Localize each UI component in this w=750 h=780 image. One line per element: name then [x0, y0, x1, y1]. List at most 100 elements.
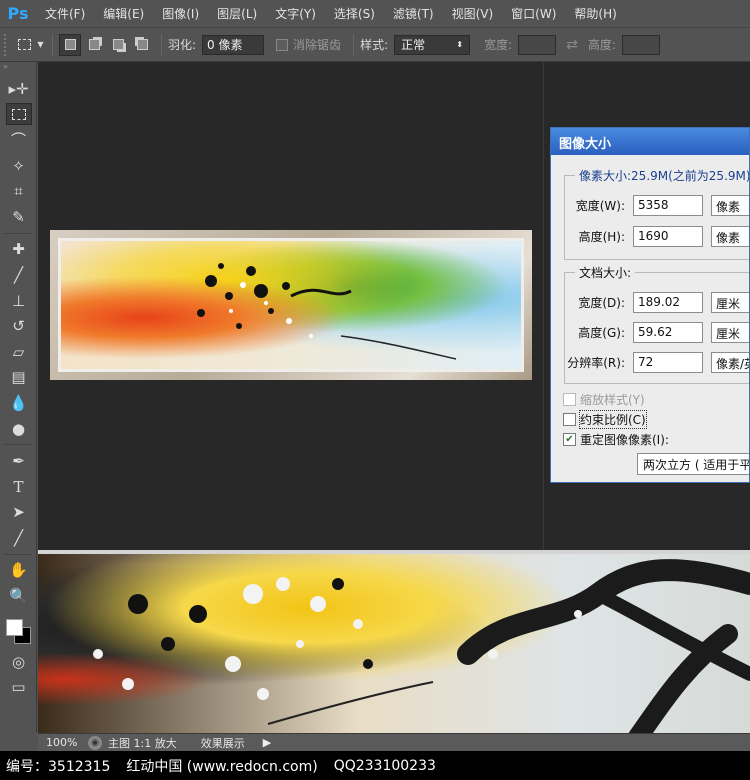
constrain-proportions-label: 约束比例(C) [579, 410, 647, 429]
doc-width-unit-select[interactable]: 厘米 [711, 292, 749, 313]
document-size-group: 文档大小: 宽度(D): 189.02 厘米 高度(G): 59.62 厘米 分… [564, 264, 749, 384]
antialias-checkbox[interactable] [276, 38, 289, 51]
crop-tool[interactable]: ⌗ [0, 178, 37, 204]
panel-collapse-icon[interactable]: » [0, 62, 36, 76]
zoom-level[interactable]: 100% [38, 736, 80, 749]
dodge-tool[interactable]: ● [0, 416, 37, 442]
color-swatches[interactable] [0, 609, 37, 649]
effect-label: 效果展示 [200, 736, 245, 750]
options-bar: ▼ 羽化: 0 像素 消除锯齿 样式: 正常 ⬍ 宽度: ⇄ 高度: [0, 27, 750, 62]
stamp-tool[interactable]: ⊥ [0, 288, 37, 314]
menu-edit[interactable]: 编辑(E) [103, 5, 144, 22]
add-selection-button[interactable] [83, 34, 105, 56]
gradient-tool[interactable]: ▤ [0, 365, 37, 391]
doc-height-unit-select[interactable]: 厘米 [711, 322, 749, 343]
tool-preset-picker[interactable]: ▼ [16, 34, 46, 56]
resolution-row: 分辨率(R): 72 像素/英寸 [565, 352, 749, 373]
framed-painting [50, 230, 532, 380]
document-info-icon[interactable]: ◉ [88, 735, 102, 750]
divider [52, 33, 53, 56]
constrain-proportions-checkbox[interactable]: 约束比例(C) [563, 410, 647, 429]
checkmark-icon[interactable]: ✔ [563, 433, 576, 446]
play-arrow-icon[interactable]: ▶ [263, 736, 271, 749]
height-input[interactable] [621, 34, 660, 55]
resolution-input[interactable]: 72 [633, 352, 703, 373]
lasso-tool[interactable]: ⌒ [0, 127, 37, 153]
chevron-down-icon: ▼ [37, 40, 44, 49]
resample-method-select[interactable]: 两次立方 ( 适用于平滑渐变) [637, 453, 749, 475]
screen-mode-icon: ▭ [11, 678, 26, 697]
subtract-selection-icon [112, 39, 124, 50]
feather-input[interactable]: 0 像素 [202, 34, 265, 55]
eyedropper-tool[interactable]: ✎ [0, 204, 37, 230]
resolution-unit-select[interactable]: 像素/英寸 [711, 352, 749, 373]
magic-wand-tool[interactable]: ✧ [0, 153, 37, 179]
resample-checkbox[interactable]: ✔ 重定图像像素(I): [563, 431, 669, 448]
menu-select[interactable]: 选择(S) [334, 5, 375, 22]
brush-tool[interactable]: ╱ [0, 262, 37, 288]
updown-arrow-icon: ⬍ [456, 40, 464, 49]
marquee-icon [5, 103, 32, 126]
constrain-proportions-box[interactable] [563, 413, 576, 426]
subtract-selection-button[interactable] [107, 34, 129, 56]
menu-window[interactable]: 窗口(W) [511, 5, 556, 22]
doc-height-input[interactable]: 59.62 [633, 322, 703, 343]
menu-file[interactable]: 文件(F) [45, 5, 85, 22]
pixel-height-unit-select[interactable]: 像素 [711, 226, 749, 247]
status-bar: 100% ◉ 主图 1:1 放大 效果展示 ▶ [38, 733, 750, 751]
eraser-tool[interactable]: ▱ [0, 339, 37, 365]
options-grip[interactable] [4, 33, 8, 56]
hand-tool[interactable]: ✋ [0, 558, 37, 584]
intersect-selection-button[interactable] [131, 34, 153, 56]
type-tool[interactable]: T [0, 474, 37, 500]
crop-icon: ⌗ [14, 182, 23, 201]
style-select[interactable]: 正常 ⬍ [394, 34, 471, 55]
view-mode-label: 主图 1:1 放大 [108, 736, 177, 750]
pen-tool[interactable]: ✒ [0, 448, 37, 474]
doc-height-label: 高度(G): [578, 326, 625, 340]
add-selection-icon [88, 39, 100, 50]
healing-tool[interactable]: ✚ [0, 237, 37, 263]
new-selection-button[interactable] [59, 33, 81, 56]
feather-label: 羽化: [168, 38, 197, 52]
quick-mask-button[interactable]: ◎ [0, 649, 37, 675]
style-select-value: 正常 [401, 38, 426, 52]
zoom-tool[interactable]: 🔍 [0, 583, 37, 609]
doc-height-row: 高度(G): 59.62 厘米 [565, 322, 749, 343]
foreground-color-swatch[interactable] [6, 618, 23, 636]
menu-view[interactable]: 视图(V) [452, 5, 494, 22]
menu-layer[interactable]: 图层(L) [217, 5, 257, 22]
line-tool[interactable]: ╱ [0, 525, 37, 551]
screen-mode-button[interactable]: ▭ [0, 674, 37, 700]
dialog-title: 图像大小 [551, 128, 749, 155]
menu-help[interactable]: 帮助(H) [574, 5, 616, 22]
divider [353, 33, 355, 56]
scale-styles-box[interactable] [563, 393, 576, 406]
resolution-label: 分辨率(R): [567, 356, 625, 370]
menu-type[interactable]: 文字(Y) [275, 5, 316, 22]
qq-contact: QQ233100233 [333, 757, 436, 774]
pixel-height-input[interactable]: 1690 [633, 226, 703, 247]
move-icon: ▸✛ [8, 79, 29, 98]
paint-splatter-overlay [197, 263, 457, 360]
hand-icon: ✋ [9, 561, 28, 580]
scale-styles-checkbox[interactable]: 缩放样式(Y) [563, 391, 645, 408]
move-tool[interactable]: ▸✛ [0, 76, 37, 102]
path-select-tool[interactable]: ➤ [0, 500, 37, 526]
pixel-width-input[interactable]: 5358 [633, 195, 703, 216]
width-input[interactable] [518, 34, 557, 55]
history-brush-icon: ↺ [12, 317, 25, 336]
history-brush-tool[interactable]: ↺ [0, 313, 37, 339]
width-label: 宽度: [484, 38, 513, 52]
menu-filter[interactable]: 滤镜(T) [393, 5, 434, 22]
pen-icon: ✒ [12, 452, 25, 471]
pixel-width-unit-select[interactable]: 像素 [711, 195, 749, 216]
menu-image[interactable]: 图像(I) [162, 5, 199, 22]
blur-tool[interactable]: 💧 [0, 390, 37, 416]
scale-styles-label: 缩放样式(Y) [580, 393, 645, 407]
swap-icon[interactable]: ⇄ [566, 37, 578, 53]
doc-width-input[interactable]: 189.02 [633, 292, 703, 313]
line-icon: ╱ [13, 528, 24, 547]
guide-line [543, 62, 544, 550]
marquee-tool[interactable] [0, 102, 37, 128]
